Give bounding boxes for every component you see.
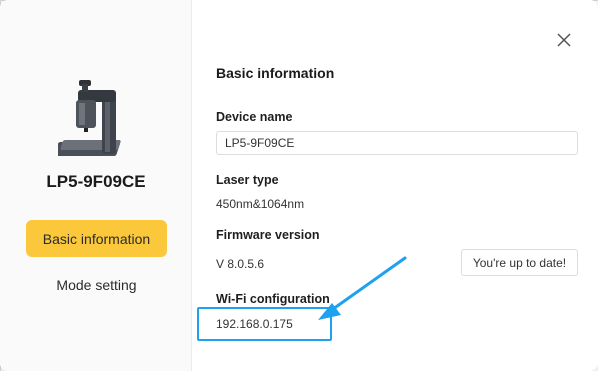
laser-engraver-image bbox=[58, 80, 121, 156]
wifi-ip-value: 192.168.0.175 bbox=[216, 317, 293, 331]
sidebar-item-mode-setting[interactable]: Mode setting bbox=[26, 266, 167, 303]
device-name-input[interactable] bbox=[216, 131, 578, 155]
laser-type-value: 450nm&1064nm bbox=[216, 197, 305, 211]
device-name-label: Device name bbox=[216, 110, 293, 124]
sidebar-item-basic-information[interactable]: Basic information bbox=[26, 220, 167, 257]
device-info-dialog: LP5-9F09CE Basic information Mode settin… bbox=[0, 0, 598, 371]
firmware-version-value: V 8.0.5.6 bbox=[216, 257, 265, 271]
firmware-version-label: Firmware version bbox=[216, 228, 320, 242]
laser-type-label: Laser type bbox=[216, 173, 279, 187]
device-title: LP5-9F09CE bbox=[46, 172, 146, 191]
firmware-status-button[interactable]: You're up to date! bbox=[461, 249, 578, 276]
section-title: Basic information bbox=[216, 65, 335, 81]
sidebar: LP5-9F09CE Basic information Mode settin… bbox=[0, 0, 192, 371]
wifi-configuration-label: Wi-Fi configuration bbox=[216, 292, 330, 306]
